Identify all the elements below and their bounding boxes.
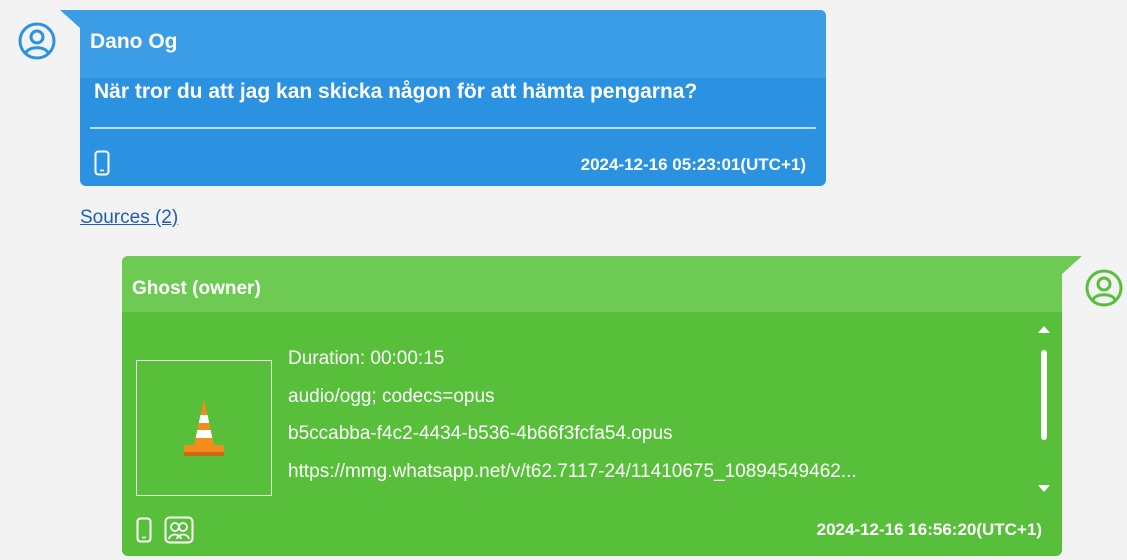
attachment-mime: audio/ogg; codecs=opus (288, 385, 495, 407)
divider (90, 127, 816, 129)
scrollbar-thumb[interactable] (1041, 350, 1047, 440)
bubble-tail (60, 10, 80, 28)
metadata-scrollbar[interactable] (1036, 324, 1052, 494)
message-footer-icons (136, 516, 194, 549)
vlc-cone-icon (184, 399, 224, 456)
contacts-icon (164, 516, 194, 549)
message-header: Ghost (owner) (122, 256, 1062, 312)
attachment-metadata: Duration: 00:00:15 audio/ogg; codecs=opu… (288, 340, 1028, 490)
incoming-message-bubble[interactable]: Dano Og När tror du att jag kan skicka n… (60, 10, 826, 186)
message-header: Dano Og (80, 10, 826, 78)
attachment-duration: Duration: 00:00:15 (288, 348, 445, 369)
message-text: När tror du att jag kan skicka någon för… (94, 80, 698, 103)
scroll-up-icon[interactable] (1038, 326, 1050, 333)
sender-name: Ghost (owner) (132, 278, 261, 299)
outgoing-message-bubble[interactable]: Ghost (owner) Duration: 00:00:15 audio/o… (122, 256, 1082, 556)
message-timestamp: 2024-12-16 05:23:01(UTC+1) (580, 155, 806, 174)
phone-icon (94, 150, 110, 181)
phone-icon (136, 517, 152, 548)
audio-attachment-thumbnail[interactable] (136, 360, 272, 496)
sender-avatar-icon (18, 22, 56, 60)
attachment-url[interactable]: https://mmg.whatsapp.net/v/t62.7117-24/1… (288, 453, 1028, 491)
sources-link[interactable]: Sources (2) (80, 207, 178, 229)
sender-name: Dano Og (90, 30, 178, 53)
bubble-tail (1062, 256, 1082, 274)
attachment-filename: b5ccabba-f4c2-4434-b536-4b66f3fcfa54.opu… (288, 423, 673, 444)
owner-avatar-icon (1085, 269, 1123, 307)
scroll-down-icon[interactable] (1038, 485, 1050, 492)
message-timestamp: 2024-12-16 16:56:20(UTC+1) (816, 520, 1042, 539)
